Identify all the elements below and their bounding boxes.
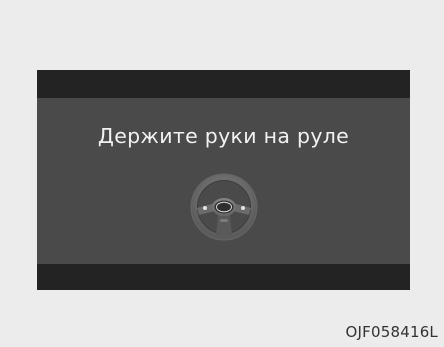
cluster-display: Держите руки на руле (37, 70, 410, 290)
display-bottom-bar (37, 264, 410, 290)
display-top-bar (37, 70, 410, 98)
steering-wheel-icon (187, 170, 261, 244)
figure-code: OJF058416L (345, 323, 438, 341)
warning-message: Держите руки на руле (97, 124, 350, 148)
